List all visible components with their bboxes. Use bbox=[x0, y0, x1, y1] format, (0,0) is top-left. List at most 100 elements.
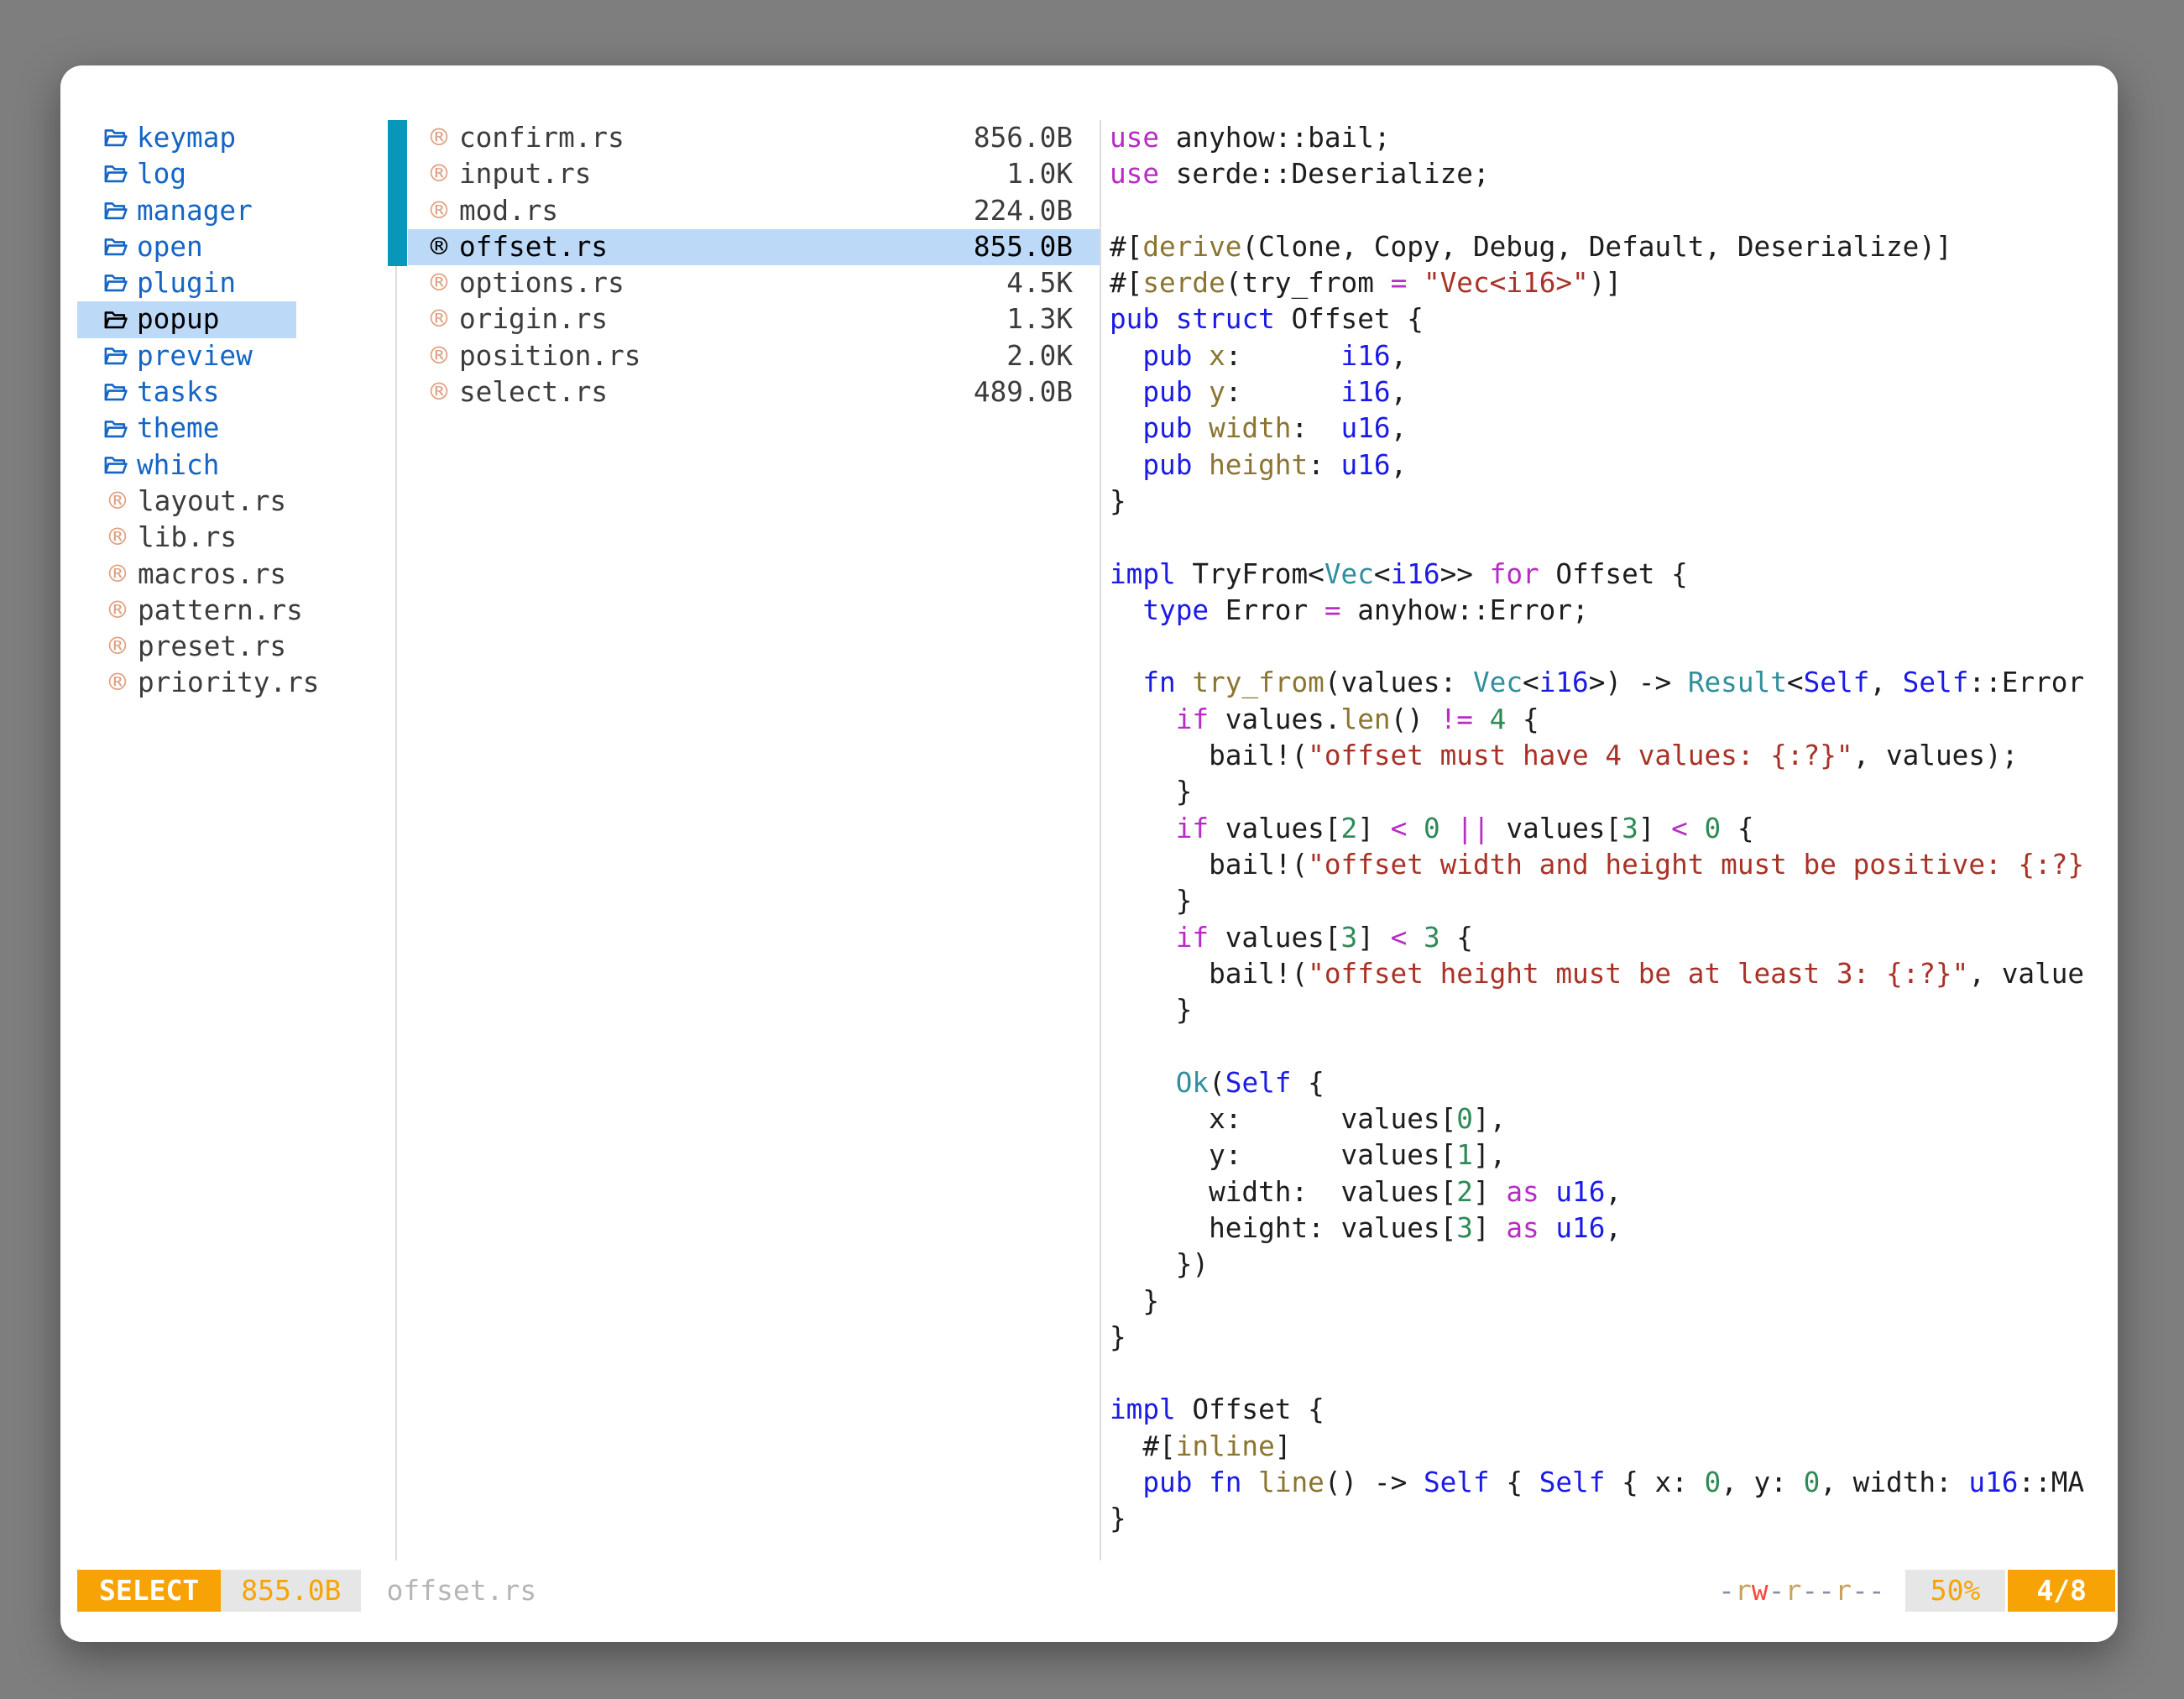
code-line bbox=[1110, 629, 2118, 665]
folder-open-icon bbox=[102, 124, 130, 152]
sidebar-file-layout-rs[interactable]: ®layout.rs bbox=[77, 484, 296, 520]
sidebar-item-preview[interactable]: preview bbox=[77, 338, 296, 374]
item-label: macros.rs bbox=[138, 557, 286, 593]
permission-char: - bbox=[1852, 1574, 1868, 1607]
file-size: 489.0B bbox=[974, 374, 1073, 410]
code-line: } bbox=[1110, 992, 2118, 1028]
code-line: } bbox=[1110, 883, 2118, 919]
file-row-confirm-rs[interactable]: ®confirm.rs856.0B bbox=[408, 120, 1100, 156]
pane-separator-left bbox=[395, 120, 397, 1560]
code-line bbox=[1110, 520, 2118, 556]
code-line: bail!("offset must have 4 values: {:?}",… bbox=[1110, 738, 2118, 774]
code-line: width: values[2] as u16, bbox=[1110, 1174, 2118, 1210]
item-label: popup bbox=[137, 301, 219, 337]
file-name: input.rs bbox=[459, 156, 591, 192]
sidebar-item-keymap[interactable]: keymap bbox=[77, 120, 296, 156]
rust-icon: ® bbox=[102, 665, 133, 701]
sidebar-item-popup[interactable]: popup bbox=[77, 301, 296, 337]
sidebar-item-theme[interactable]: theme bbox=[77, 410, 296, 447]
sidebar-item-manager[interactable]: manager bbox=[77, 193, 296, 229]
file-name: origin.rs bbox=[459, 301, 608, 337]
file-row-position-rs[interactable]: ®position.rs2.0K bbox=[408, 338, 1100, 374]
code-line: pub height: u16, bbox=[1110, 447, 2118, 484]
permission-char: - bbox=[1769, 1574, 1785, 1607]
sidebar-file-preset-rs[interactable]: ®preset.rs bbox=[77, 629, 296, 665]
permission-char: - bbox=[1818, 1574, 1835, 1607]
code-line: } bbox=[1110, 1283, 2118, 1320]
sidebar-file-priority-rs[interactable]: ®priority.rs bbox=[77, 665, 296, 701]
file-name: offset.rs bbox=[459, 229, 608, 265]
code-line: #[derive(Clone, Copy, Debug, Default, De… bbox=[1110, 229, 2118, 265]
code-line: Ok(Self { bbox=[1110, 1065, 2118, 1101]
item-label: tasks bbox=[137, 374, 219, 410]
sidebar-item-log[interactable]: log bbox=[77, 156, 296, 192]
folder-open-icon bbox=[102, 452, 130, 479]
cursor-position-badge: 4/8 bbox=[2008, 1570, 2115, 1612]
scroll-percent-badge: 50% bbox=[1905, 1570, 2006, 1612]
file-name: position.rs bbox=[459, 338, 640, 374]
code-line: bail!("offset height must be at least 3:… bbox=[1110, 956, 2118, 992]
folder-open-icon bbox=[102, 416, 130, 443]
code-line: } bbox=[1110, 774, 2118, 810]
file-row-offset-rs[interactable]: ®offset.rs855.0B bbox=[408, 229, 1100, 265]
code-line: use anyhow::bail; bbox=[1110, 120, 2118, 156]
rust-icon: ® bbox=[102, 484, 133, 520]
sidebar-file-macros-rs[interactable]: ®macros.rs bbox=[77, 557, 296, 593]
item-label: log bbox=[137, 156, 186, 192]
code-line: pub fn line() -> Self { Self { x: 0, y: … bbox=[1110, 1465, 2118, 1501]
file-row-origin-rs[interactable]: ®origin.rs1.3K bbox=[408, 301, 1100, 337]
mode-badge: SELECT bbox=[77, 1570, 221, 1612]
item-label: preview bbox=[137, 338, 253, 374]
preview-pane: use anyhow::bail;use serde::Deserialize;… bbox=[1110, 120, 2118, 1566]
code-line: impl TryFrom<Vec<i16>> for Offset { bbox=[1110, 557, 2118, 593]
rust-icon: ® bbox=[424, 193, 454, 229]
rust-icon: ® bbox=[424, 265, 454, 301]
folder-open-icon bbox=[102, 342, 130, 370]
sidebar-item-open[interactable]: open bbox=[77, 229, 296, 265]
item-label: plugin bbox=[137, 265, 236, 301]
code-line: pub width: u16, bbox=[1110, 410, 2118, 447]
sidebar-item-which[interactable]: which bbox=[77, 447, 296, 484]
sidebar-item-plugin[interactable]: plugin bbox=[77, 265, 296, 301]
code-line: pub x: i16, bbox=[1110, 338, 2118, 374]
code-line: bail!("offset width and height must be p… bbox=[1110, 847, 2118, 883]
code-line: height: values[3] as u16, bbox=[1110, 1210, 2118, 1247]
sidebar-file-lib-rs[interactable]: ®lib.rs bbox=[77, 520, 296, 556]
folder-open-icon bbox=[102, 233, 130, 261]
item-label: lib.rs bbox=[138, 520, 237, 556]
file-name: confirm.rs bbox=[459, 120, 624, 156]
status-file-name: offset.rs bbox=[386, 1570, 536, 1612]
file-row-select-rs[interactable]: ®select.rs489.0B bbox=[408, 374, 1100, 410]
scrollbar-thumb[interactable] bbox=[388, 120, 407, 266]
permission-char: - bbox=[1801, 1574, 1818, 1607]
rust-icon: ® bbox=[102, 593, 133, 629]
file-name: mod.rs bbox=[459, 193, 558, 229]
item-label: priority.rs bbox=[138, 665, 319, 701]
file-row-mod-rs[interactable]: ®mod.rs224.0B bbox=[408, 193, 1100, 229]
code-line: #[inline] bbox=[1110, 1429, 2118, 1465]
rust-icon: ® bbox=[102, 520, 133, 556]
code-line: #[serde(try_from = "Vec<i16>")] bbox=[1110, 265, 2118, 301]
code-line: use serde::Deserialize; bbox=[1110, 156, 2118, 192]
file-row-options-rs[interactable]: ®options.rs4.5K bbox=[408, 265, 1100, 301]
sidebar-item-tasks[interactable]: tasks bbox=[77, 374, 296, 410]
file-name: options.rs bbox=[459, 265, 624, 301]
rust-icon: ® bbox=[424, 156, 454, 192]
parent-pane: keymaplogmanageropenpluginpopuppreviewta… bbox=[77, 120, 296, 702]
sidebar-file-pattern-rs[interactable]: ®pattern.rs bbox=[77, 593, 296, 629]
permission-char: r bbox=[1735, 1574, 1752, 1607]
file-size: 856.0B bbox=[974, 120, 1073, 156]
code-line: fn try_from(values: Vec<i16>) -> Result<… bbox=[1110, 665, 2118, 701]
file-row-input-rs[interactable]: ®input.rs1.0K bbox=[408, 156, 1100, 192]
file-permissions: -rw-r--r-- bbox=[1718, 1570, 1885, 1612]
code-line: pub y: i16, bbox=[1110, 374, 2118, 410]
code-line: if values.len() != 4 { bbox=[1110, 702, 2118, 738]
code-line: x: values[0], bbox=[1110, 1101, 2118, 1137]
item-label: which bbox=[137, 447, 219, 484]
folder-open-icon bbox=[102, 306, 130, 334]
file-size: 2.0K bbox=[1006, 338, 1073, 374]
rust-icon: ® bbox=[424, 301, 454, 337]
item-label: preset.rs bbox=[138, 629, 286, 665]
code-line: pub struct Offset { bbox=[1110, 301, 2118, 337]
code-line: impl Offset { bbox=[1110, 1392, 2118, 1428]
